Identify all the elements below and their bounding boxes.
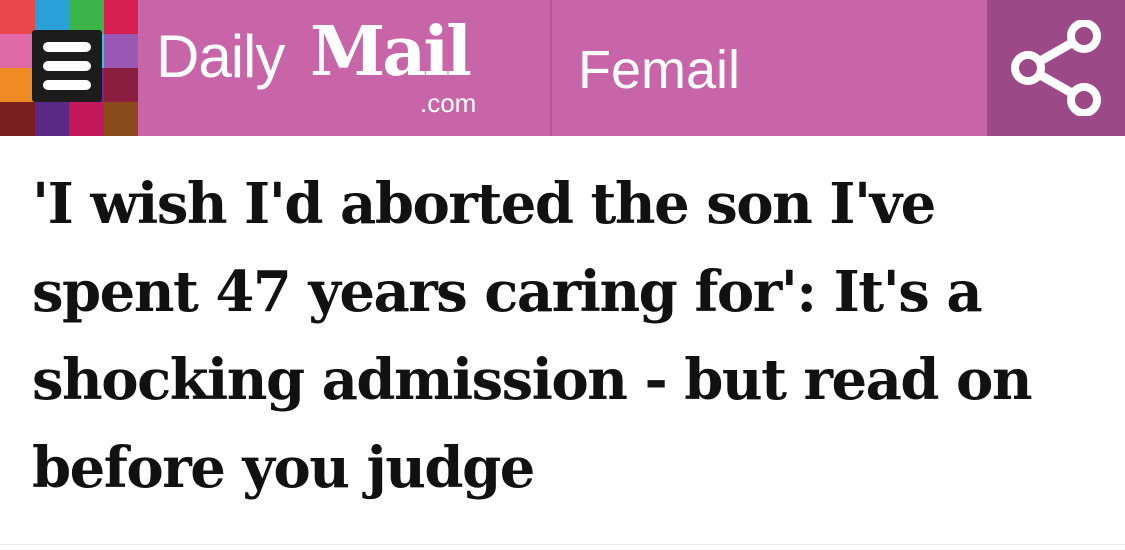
logo-daily-text: Daily bbox=[156, 23, 285, 90]
section-femail-link[interactable]: Femail bbox=[552, 0, 987, 136]
menu-bar bbox=[43, 61, 91, 71]
article-headline[interactable]: 'I wish I'd aborted the son I've spent 4… bbox=[32, 160, 1102, 512]
share-icon bbox=[1011, 20, 1101, 116]
mosaic-tile bbox=[0, 68, 35, 102]
mosaic-tile bbox=[103, 68, 138, 102]
mosaic-tile bbox=[103, 102, 138, 136]
mosaic-tile bbox=[69, 102, 104, 136]
mosaic-tile bbox=[34, 0, 69, 34]
logo-mail-text: Mail bbox=[310, 12, 472, 92]
mosaic-tile bbox=[103, 34, 138, 68]
mosaic-tile bbox=[103, 0, 138, 34]
menu-bar bbox=[43, 80, 91, 90]
mosaic-tile bbox=[0, 34, 35, 68]
daily-mail-logo[interactable]: Daily Mail .com bbox=[138, 0, 550, 136]
section-label: Femail bbox=[578, 40, 741, 100]
logo-domain-text: .com bbox=[420, 88, 477, 118]
menu-bar bbox=[43, 42, 91, 52]
page: Daily Mail .com Femail 'I wish I'd abort… bbox=[0, 0, 1125, 550]
mosaic-tile bbox=[34, 102, 69, 136]
mosaic-tile bbox=[0, 102, 35, 136]
mosaic-tile bbox=[0, 0, 35, 34]
hamburger-menu-icon[interactable] bbox=[32, 30, 102, 102]
bottom-divider bbox=[0, 544, 1125, 545]
menu-block[interactable] bbox=[0, 0, 138, 136]
mosaic-tile bbox=[69, 0, 104, 34]
share-button[interactable] bbox=[987, 0, 1125, 136]
top-header-bar: Daily Mail .com Femail bbox=[0, 0, 1125, 136]
